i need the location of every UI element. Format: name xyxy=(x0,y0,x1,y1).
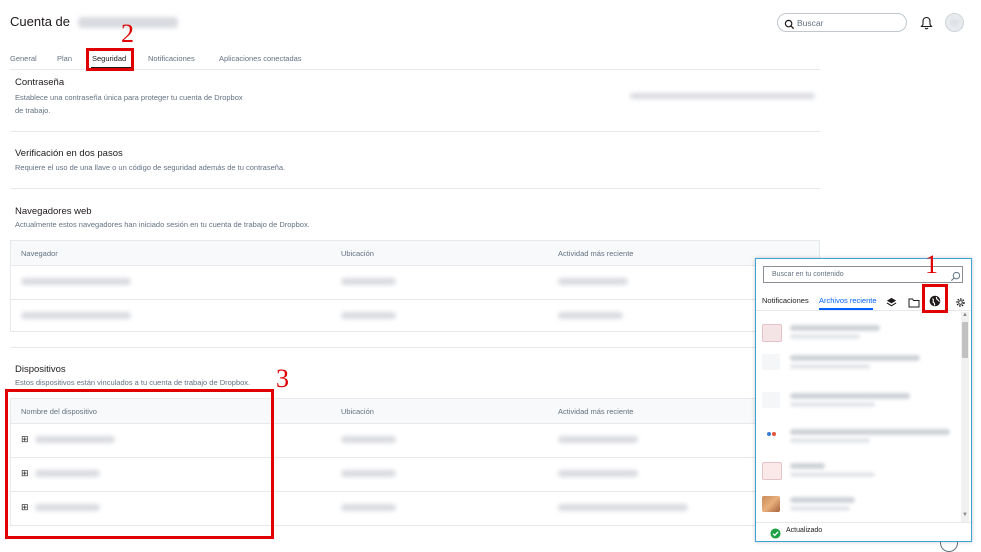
file-meta-blurred xyxy=(790,506,850,511)
password-desc-line2: de trabajo. xyxy=(15,106,51,115)
col-location: Ubicación xyxy=(341,249,374,258)
file-name-blurred xyxy=(790,325,880,331)
file-thumbnail xyxy=(762,354,780,370)
divider xyxy=(10,131,820,132)
col-activity: Actividad más reciente xyxy=(558,249,634,258)
table-row xyxy=(11,266,819,300)
activity-blurred xyxy=(558,312,623,319)
tab-notifications[interactable]: Notificaciones xyxy=(148,54,195,63)
divider xyxy=(10,188,820,189)
table-row xyxy=(11,300,819,332)
list-item[interactable] xyxy=(762,424,950,448)
file-thumbnail xyxy=(762,392,780,408)
password-info-blurred xyxy=(630,93,815,99)
check-circle-icon xyxy=(770,526,781,544)
col-location: Ubicación xyxy=(341,407,374,416)
scroll-up-arrow[interactable]: ▲ xyxy=(962,312,968,318)
devices-title: Dispositivos xyxy=(15,364,66,375)
search-box[interactable]: Buscar xyxy=(777,13,907,32)
list-item[interactable] xyxy=(762,350,950,374)
file-thumbnail xyxy=(762,462,782,480)
file-thumbnail xyxy=(762,324,782,342)
location-blurred xyxy=(341,312,396,319)
file-meta-blurred xyxy=(790,402,875,407)
file-thumbnail xyxy=(762,496,780,512)
sync-status: Actualizado xyxy=(786,527,823,534)
file-name-blurred xyxy=(790,355,920,361)
file-name-blurred xyxy=(790,429,950,435)
browsers-table-header: Navegador Ubicación Actividad más recien… xyxy=(11,241,819,266)
browsers-table: Navegador Ubicación Actividad más recien… xyxy=(10,240,820,332)
panel-tab-notifications[interactable]: Notificaciones xyxy=(762,296,809,305)
file-meta-blurred xyxy=(790,472,875,477)
tab-connected-apps[interactable]: Aplicaciones conectadas xyxy=(219,54,302,63)
page-title: Cuenta de xyxy=(10,14,178,29)
scroll-thumb[interactable] xyxy=(962,322,968,358)
activity-blurred xyxy=(558,470,638,477)
col-browser: Navegador xyxy=(21,249,58,258)
browser-name-blurred xyxy=(21,312,131,319)
two-step-title: Verificación en dos pasos xyxy=(15,148,123,159)
search-icon xyxy=(950,269,961,287)
file-meta-blurred xyxy=(790,438,870,443)
annotation-number-3: 3 xyxy=(276,364,289,393)
location-blurred xyxy=(341,470,396,477)
annotation-box-globe xyxy=(922,284,948,313)
col-activity: Actividad más reciente xyxy=(558,407,634,416)
two-step-desc: Requiere el uso de una llave o un código… xyxy=(15,163,286,172)
activity-blurred xyxy=(558,278,628,285)
password-desc-line1: Establece una contraseña única para prot… xyxy=(15,93,243,102)
location-blurred xyxy=(341,278,396,285)
file-name-blurred xyxy=(790,463,825,469)
tab-general[interactable]: General xyxy=(10,54,37,63)
file-meta-blurred xyxy=(790,334,860,339)
location-blurred xyxy=(341,436,396,443)
tab-plan[interactable]: Plan xyxy=(57,54,72,63)
recent-files-list xyxy=(756,312,961,518)
activity-blurred xyxy=(558,436,638,443)
file-name-blurred xyxy=(790,497,855,503)
password-title: Contraseña xyxy=(15,77,65,88)
list-item[interactable] xyxy=(762,458,950,482)
devices-desc: Estos dispositivos están vinculados a tu… xyxy=(15,378,251,387)
file-meta-blurred xyxy=(790,364,870,369)
file-thumbnail xyxy=(762,428,780,444)
scroll-down-arrow[interactable]: ▼ xyxy=(962,512,968,518)
browser-name-blurred xyxy=(21,278,131,285)
divider xyxy=(10,347,820,348)
activity-blurred xyxy=(558,504,688,511)
search-icon xyxy=(784,17,795,35)
bell-icon[interactable] xyxy=(920,16,933,35)
annotation-box-devices xyxy=(5,389,274,539)
search-placeholder: Buscar xyxy=(797,18,824,28)
page-title-text: Cuenta de xyxy=(10,14,70,29)
avatar[interactable] xyxy=(945,13,964,32)
annotation-box-seguridad xyxy=(86,48,134,71)
list-item[interactable] xyxy=(762,492,950,516)
annotation-number-2: 2 xyxy=(121,19,134,48)
browsers-title: Navegadores web xyxy=(15,206,92,217)
annotation-number-1: 1 xyxy=(925,250,938,279)
panel-scrollbar[interactable]: ▲ ▼ xyxy=(961,312,969,522)
list-item[interactable] xyxy=(762,388,950,412)
file-name-blurred xyxy=(790,393,910,399)
panel-search-placeholder: Buscar en tu contenido xyxy=(772,271,844,278)
location-blurred xyxy=(341,504,396,511)
browsers-desc: Actualmente estos navegadores han inicia… xyxy=(15,220,310,229)
panel-tab-recent-files[interactable]: Archivos reciente xyxy=(819,296,877,305)
avatar-initials-blurred xyxy=(950,20,959,25)
list-item[interactable] xyxy=(762,320,950,344)
panel-footer-divider xyxy=(756,522,971,523)
